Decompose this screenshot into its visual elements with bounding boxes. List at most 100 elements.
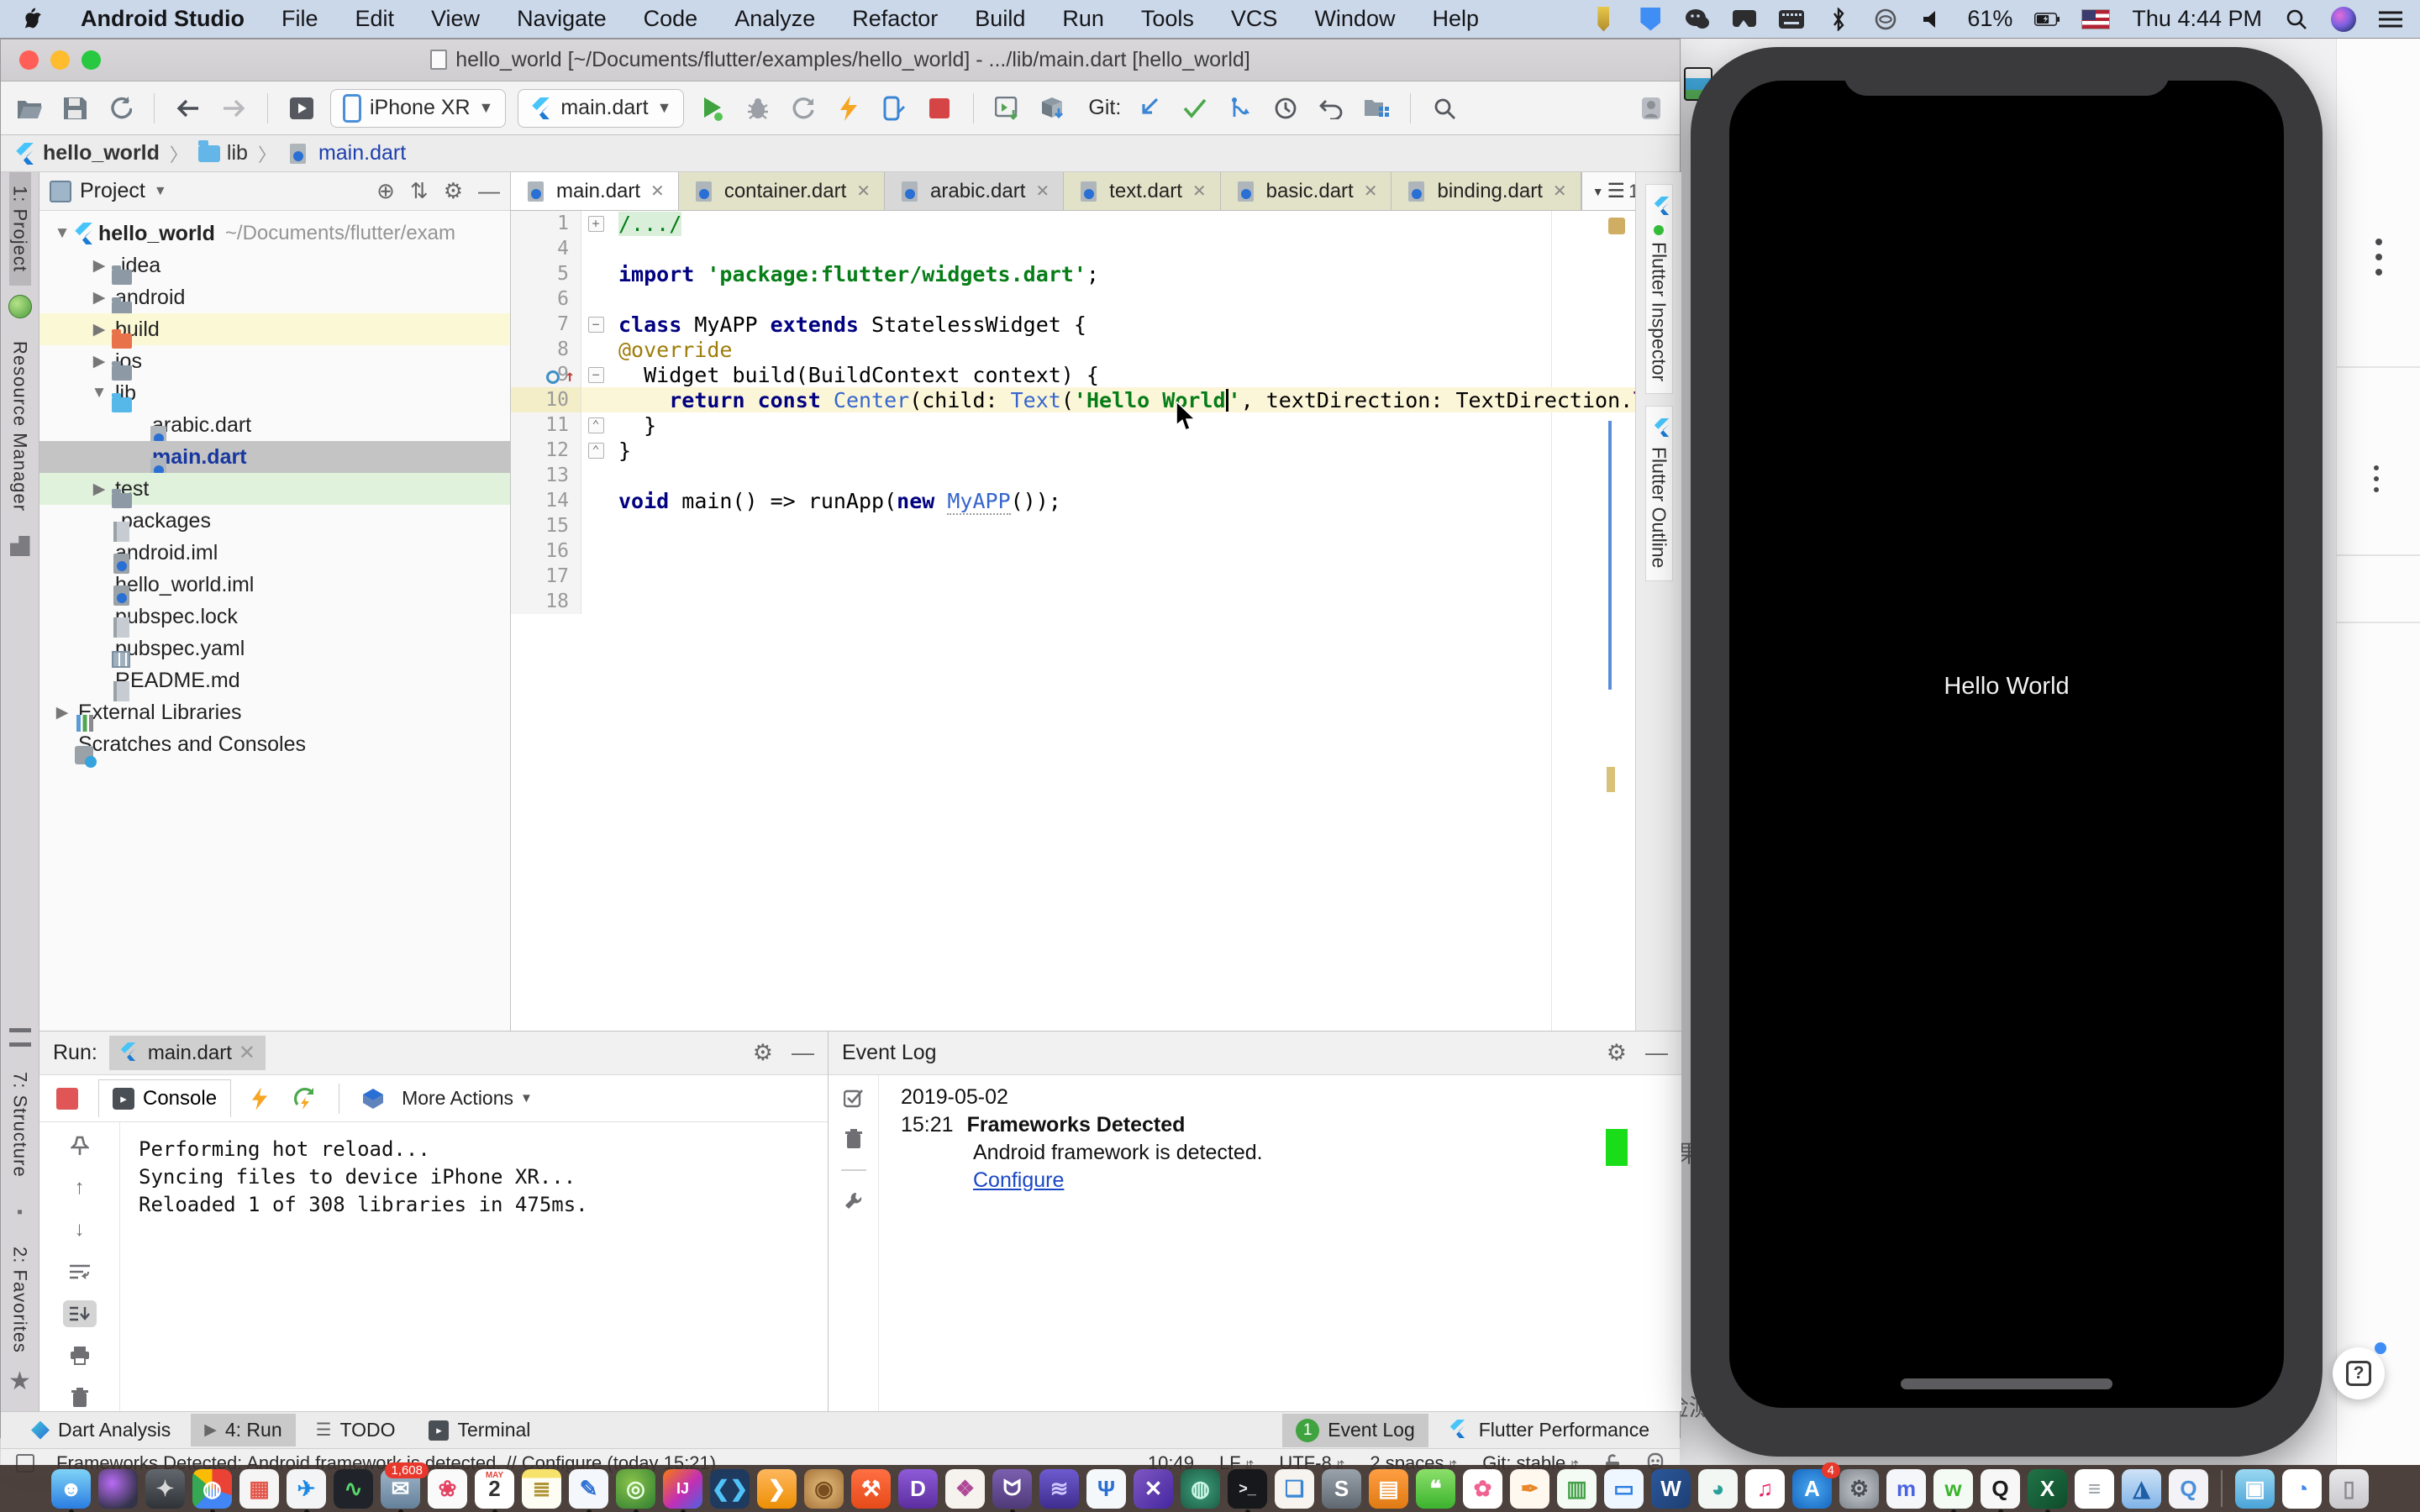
tree-item-scratches-and-consoles[interactable]: Scratches and Consoles [39, 728, 510, 760]
event-log-gear-icon[interactable]: ⚙ [1607, 1040, 1627, 1066]
close-icon[interactable]: ✕ [650, 181, 665, 202]
dock-app-chrome[interactable]: ◍ [192, 1469, 232, 1509]
ide-settings-sync-icon[interactable] [1634, 92, 1668, 125]
simulator-screen[interactable]: Hello World [1729, 81, 2284, 1408]
up-arrow-icon[interactable]: ↑ [63, 1174, 97, 1201]
menubar-item-refactor[interactable]: Refactor [834, 6, 956, 32]
menubar-item-help[interactable]: Help [1413, 6, 1497, 32]
code-line-11[interactable]: 11⌃ } [511, 412, 1635, 438]
tree-item-pubspec-lock[interactable]: pubspec.lock [39, 601, 510, 633]
menubar-item-edit[interactable]: Edit [336, 6, 413, 32]
stop-button[interactable] [923, 92, 956, 125]
dock-app-mail[interactable]: ✉1,608 [381, 1469, 420, 1509]
dock-app-android-studio[interactable]: ◎ [616, 1469, 655, 1509]
menubar-clock[interactable]: Thu 4:44 PM [2132, 6, 2262, 32]
editor-tab-text-dart[interactable]: text.dart✕ [1064, 172, 1220, 210]
home-indicator[interactable] [1901, 1378, 2112, 1389]
down-arrow-icon[interactable]: ↓ [63, 1216, 97, 1243]
dock-app-finder[interactable]: ☻ [51, 1469, 91, 1509]
apple-menu-icon[interactable] [24, 7, 52, 32]
tree-item-test[interactable]: ▶test [39, 473, 510, 505]
fold-marker[interactable]: − [581, 316, 610, 333]
settings-wrench-icon[interactable] [844, 1191, 864, 1211]
sync-status-icon[interactable] [1873, 7, 1898, 32]
tree-arrow-icon[interactable]: ▼ [88, 384, 110, 402]
run-anything-icon[interactable] [991, 92, 1024, 125]
tree-item-external-libraries[interactable]: ▶External Libraries [39, 696, 510, 728]
tree-arrow-icon[interactable]: ▶ [51, 703, 73, 722]
save-icon[interactable] [58, 92, 92, 125]
back-icon[interactable] [171, 92, 205, 125]
dock-app-m-app[interactable]: m [1886, 1469, 1926, 1509]
close-icon[interactable]: ✕ [856, 181, 871, 202]
debug-button[interactable] [741, 92, 775, 125]
code-line-18[interactable]: 18 [511, 589, 1635, 614]
tree-item-pubspec-yaml[interactable]: pubspec.yaml [39, 633, 510, 664]
code-line-5[interactable]: 5import 'package:flutter/widgets.dart'; [511, 261, 1635, 286]
dock-app-sourcetree[interactable]: Ψ [1086, 1469, 1126, 1509]
menubar-item-build[interactable]: Build [956, 6, 1044, 32]
print-icon[interactable] [63, 1342, 97, 1369]
toolbar-dart-analysis[interactable]: Dart Analysis [18, 1414, 184, 1446]
project-settings-gear-icon[interactable]: ⚙ [444, 178, 463, 204]
close-icon[interactable]: ✕ [1553, 181, 1567, 202]
dock-app-keynote[interactable]: ▭ [1604, 1469, 1644, 1509]
dock-app-orange-bird[interactable]: ❯ [757, 1469, 797, 1509]
menubar-item-tools[interactable]: Tools [1123, 6, 1213, 32]
tool-tab-favorites[interactable]: 2: Favorites [9, 1233, 31, 1367]
dock-app-xcode-prism[interactable]: ◮ [2122, 1469, 2161, 1509]
run-settings-gear-icon[interactable]: ⚙ [753, 1040, 773, 1066]
tree-item-arabic-dart[interactable]: arabic.dart [39, 409, 510, 441]
dock-app-github-desktop[interactable]: ᗢ [992, 1469, 1032, 1509]
dock-app-paint-app[interactable]: ❖ [945, 1469, 985, 1509]
dock-app-s-app[interactable]: S [1322, 1469, 1361, 1509]
tree-arrow-icon[interactable]: ▶ [88, 480, 110, 499]
console-tab[interactable]: ▸ Console [98, 1079, 231, 1117]
run-config-tab[interactable]: main.dart✕ [109, 1036, 266, 1070]
more-actions-button[interactable]: More Actions▼ [402, 1087, 533, 1110]
git-commit-icon[interactable] [1178, 92, 1212, 125]
dock-app-word[interactable]: W [1651, 1469, 1691, 1509]
editor-tab-main-dart[interactable]: main.dart✕ [511, 172, 679, 210]
breadcrumb-folder[interactable]: lib [227, 141, 248, 165]
open-icon[interactable] [13, 92, 46, 125]
dock-app-qq[interactable]: Q [1981, 1469, 2020, 1509]
tool-tab-flutter-outline[interactable]: Flutter Outline [1645, 406, 1673, 580]
menubar-app-name[interactable]: Android Studio [76, 6, 263, 32]
menubar-item-file[interactable]: File [263, 6, 337, 32]
tool-tab-structure[interactable]: 7: Structure [9, 1058, 31, 1191]
find-icon[interactable] [1428, 92, 1461, 125]
fold-marker[interactable]: + [581, 215, 610, 232]
dock-app-quicktime[interactable]: Q [2169, 1469, 2208, 1509]
close-icon[interactable]: ✕ [1192, 181, 1207, 202]
clear-log-trash-icon[interactable] [845, 1129, 862, 1149]
dock-app-launchpad[interactable]: ✦ [145, 1469, 185, 1509]
dock-app-terminal[interactable]: >_ [1228, 1469, 1267, 1509]
tool-tab-project[interactable]: 1: Project [9, 172, 31, 286]
wechat-status-icon[interactable] [1685, 7, 1710, 32]
dock-app-pages[interactable]: ✒ [1510, 1469, 1549, 1509]
tree-item--packages[interactable]: .packages [39, 505, 510, 537]
code-line-14[interactable]: 14void main() => runApp(new MyAPP()); [511, 488, 1635, 513]
profiler-button[interactable] [786, 92, 820, 125]
code-line-6[interactable]: 6 [511, 286, 1635, 312]
volume-icon[interactable] [1920, 7, 1945, 32]
run-minimize-icon[interactable]: ― [792, 1040, 814, 1066]
dock-app-safari[interactable]: ✈ [287, 1469, 326, 1509]
project-view-selector[interactable]: Project [80, 179, 145, 203]
history-icon[interactable] [1269, 92, 1302, 125]
tree-item-android-iml[interactable]: android.iml [39, 537, 510, 569]
hot-restart-icon[interactable] [288, 1082, 322, 1116]
tree-item--idea[interactable]: ▶.idea [39, 249, 510, 281]
git-update-icon[interactable] [1133, 92, 1166, 125]
locate-file-icon[interactable]: ⊕ [376, 178, 395, 204]
toolbar-event-log[interactable]: 1Event Log [1282, 1414, 1428, 1447]
dock-app-wechat[interactable]: w [1933, 1469, 1973, 1509]
dock-app-dash[interactable]: D [898, 1469, 938, 1509]
editor-tab-basic-dart[interactable]: basic.dart✕ [1221, 172, 1392, 210]
menubar-item-run[interactable]: Run [1044, 6, 1123, 32]
dock-app-purple-terminal[interactable]: ≋ [1039, 1469, 1079, 1509]
rollback-icon[interactable] [1314, 92, 1348, 125]
dock-app-web-stack[interactable]: ◔ [2282, 1469, 2322, 1509]
dock-app-design-doc[interactable]: ✎ [569, 1469, 608, 1509]
